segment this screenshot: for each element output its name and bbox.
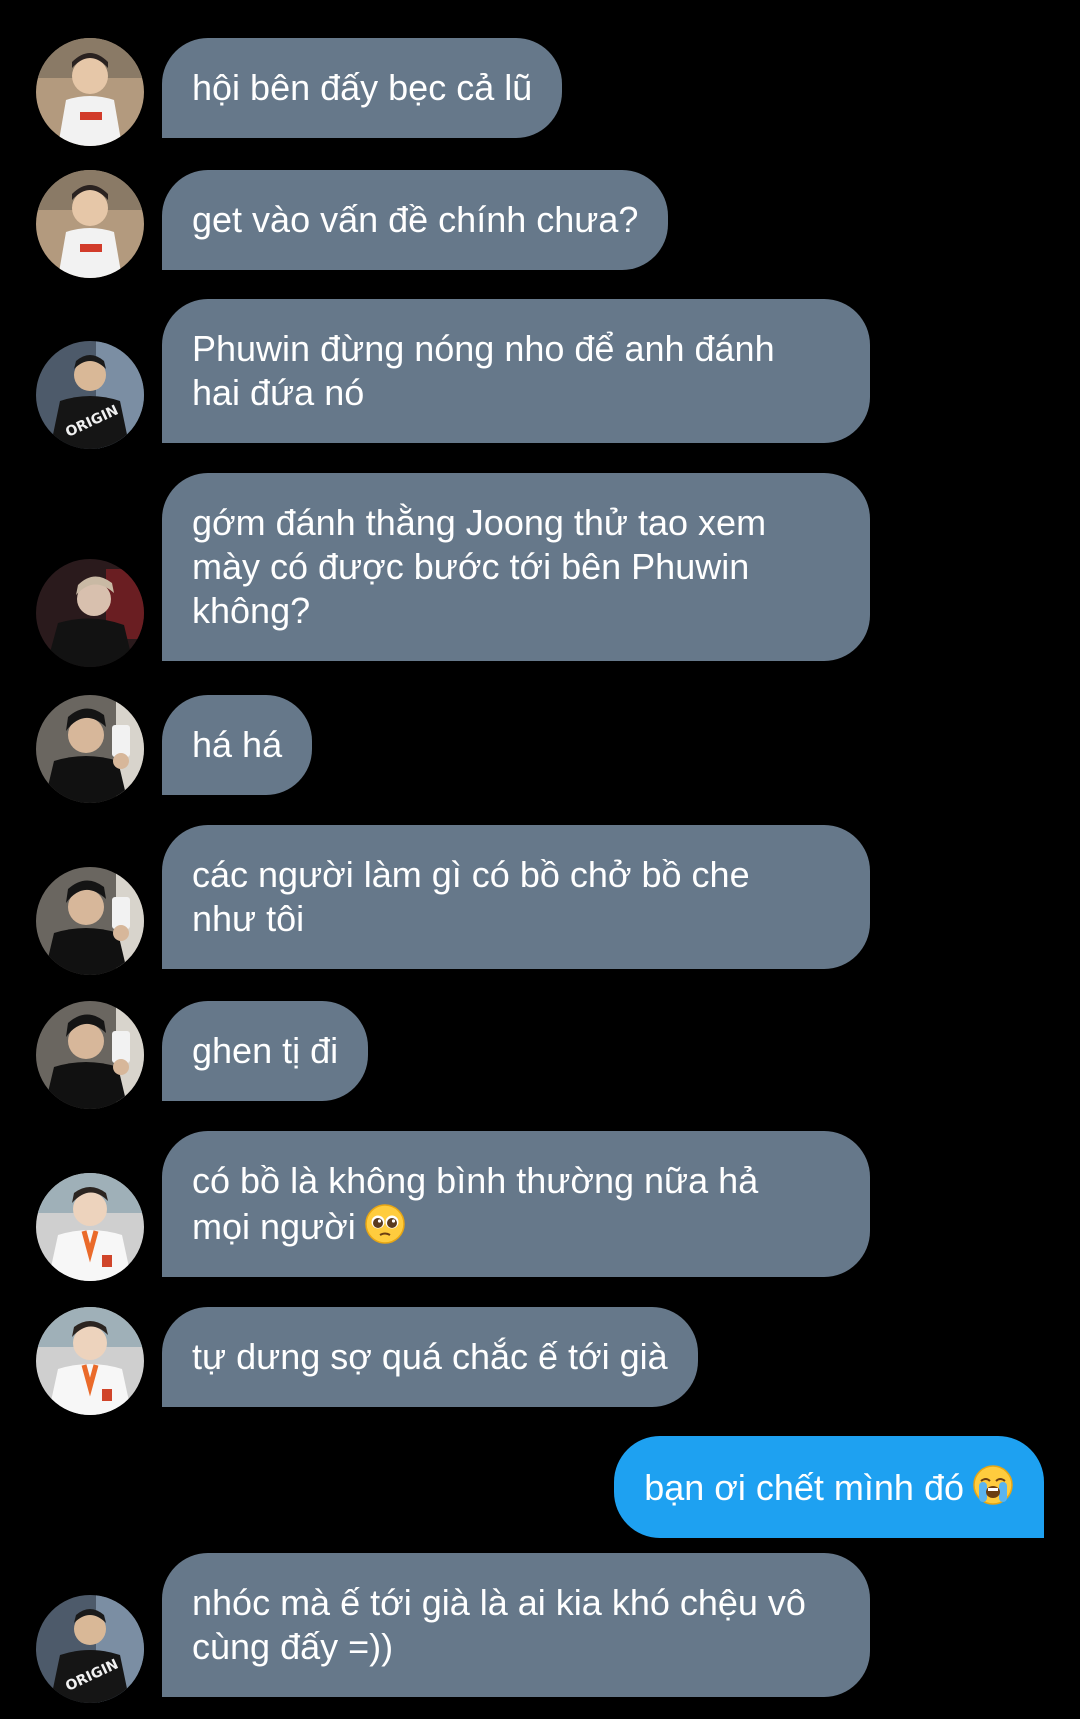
avatar[interactable]: ORIGIN [36, 1595, 144, 1703]
avatar[interactable] [36, 38, 144, 146]
message-bubble[interactable]: há há [162, 695, 313, 795]
message-bubble[interactable]: get vào vấn đề chính chưa? [162, 170, 669, 270]
message-bubble[interactable]: nhóc mà ế tới già là ai kia khó chệu vô … [162, 1553, 870, 1697]
avatar[interactable] [36, 695, 144, 803]
avatar[interactable] [36, 867, 144, 975]
loudly-crying-face-emoji [972, 1464, 1014, 1506]
chat-thread: hội bên đấy bẹc cả lũ get vào vấn đề chí… [0, 0, 1080, 1719]
avatar[interactable] [36, 1001, 144, 1109]
message-text: bạn ơi chết mình đó [644, 1467, 964, 1508]
avatar[interactable] [36, 559, 144, 667]
message-bubble[interactable]: các người làm gì có bồ chở bồ che như tô… [162, 825, 870, 969]
message-bubble[interactable]: tự dưng sợ quá chắc ế tới già [162, 1307, 698, 1407]
avatar[interactable] [36, 170, 144, 278]
pleading-face-emoji [364, 1203, 406, 1245]
avatar[interactable] [36, 1307, 144, 1415]
message-bubble[interactable]: Phuwin đừng nóng nho để anh đánh hai đứa… [162, 299, 870, 443]
message-text: có bồ là không bình thường nữa hả mọi ng… [192, 1160, 759, 1247]
message-bubble[interactable]: ghen tị đi [162, 1001, 369, 1101]
avatar[interactable] [36, 1173, 144, 1281]
message-bubble[interactable]: có bồ là không bình thường nữa hả mọi ng… [162, 1131, 870, 1277]
message-bubble-outgoing[interactable]: bạn ơi chết mình đó [614, 1436, 1044, 1538]
message-bubble[interactable]: gớm đánh thằng Joong thử tao xem mày có … [162, 473, 870, 661]
avatar[interactable]: ORIGIN [36, 341, 144, 449]
message-bubble[interactable]: hội bên đấy bẹc cả lũ [162, 38, 563, 138]
